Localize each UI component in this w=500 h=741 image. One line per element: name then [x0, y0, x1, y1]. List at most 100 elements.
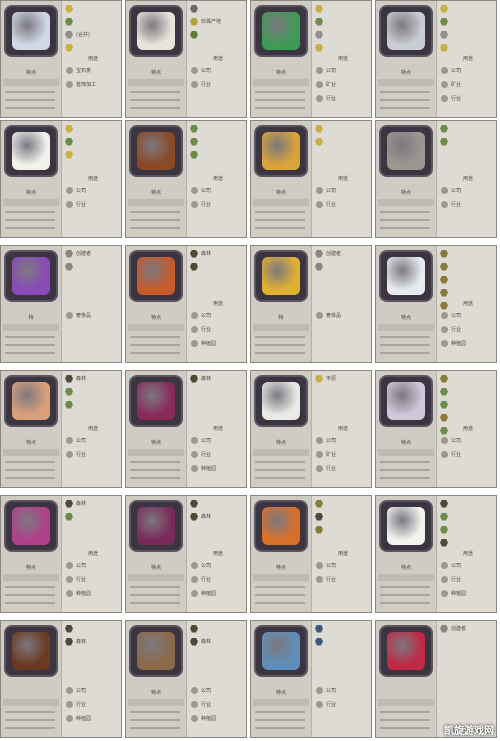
resource-card-perfume[interactable]: 特 创建者 奢侈品 [0, 245, 122, 363]
usage-item: 公司 [441, 437, 461, 444]
usage-item: 公司 [66, 562, 86, 569]
resource-card-meat[interactable]: 特点 森林 用途 公司 行业 [0, 370, 122, 488]
building-icon [66, 187, 73, 194]
resource-card-sugar[interactable]: 特点 用途 公司 行业 种植园 [375, 245, 497, 363]
text-line [255, 719, 305, 721]
usage-item: 矿业 [316, 451, 336, 458]
usage-label: 行业 [76, 702, 87, 708]
terrain-row [440, 274, 496, 285]
terrain-row [65, 16, 121, 27]
usage-label: 行业 [201, 702, 212, 708]
resource-sidebar: 创建者 奢侈品 [311, 246, 371, 362]
usage-label: 种植园 [451, 591, 467, 597]
terrain-label: 森林 [76, 639, 87, 645]
text-line [130, 469, 180, 471]
usage-item: 种植园 [441, 340, 466, 347]
terrain-row [65, 261, 121, 272]
terrain-row [440, 412, 496, 423]
terrain-row [440, 511, 496, 522]
terrain-hex-icon [440, 512, 448, 521]
spices-icon [129, 250, 183, 302]
resource-card-dyes[interactable]: 特点 森林 用途 公司 行业 种植园 [0, 495, 122, 613]
terrain-hex-icon [65, 400, 73, 409]
resource-sidebar: 珍珠产地 用途 公司 行业 [186, 1, 246, 117]
terrain-hex-icon [65, 17, 73, 26]
text-line [380, 211, 430, 213]
text-line [5, 107, 55, 109]
usage-header: 用途 [337, 176, 348, 182]
terrain-hex-icon [315, 137, 323, 146]
wine-icon [129, 500, 183, 552]
resource-card-jade-dragon[interactable]: 特点 用途 公司 矿业 行业 [250, 0, 372, 118]
terrain-row [190, 261, 246, 272]
usage-item: 公司 [191, 187, 211, 194]
resource-card-silver-pitcher[interactable]: 特点 用途 公司 矿业 行业 [375, 0, 497, 118]
text-line [130, 719, 180, 721]
terrain-row [440, 16, 496, 27]
text-line [380, 711, 430, 713]
text-line [380, 107, 430, 109]
usage-item: 种植园 [191, 340, 216, 347]
terrain-hex-icon [315, 43, 323, 52]
resource-card-pipe[interactable]: 特点 用途 公司 行业 [125, 120, 247, 238]
usage-label: 种植园 [201, 341, 217, 347]
resource-card-whale[interactable]: 特点 公司 行业 [250, 620, 372, 738]
usage-label: 行业 [76, 577, 87, 583]
terrain-hex-icon [440, 275, 448, 284]
terrain-hex-icon [190, 512, 198, 521]
building-icon [316, 201, 323, 208]
terrain-hex-icon [65, 150, 73, 159]
resource-card-cotton[interactable]: 特点 用途 公司 行业 种植园 [375, 495, 497, 613]
section-label: 特点 [275, 565, 286, 571]
usage-item: 种植园 [191, 590, 216, 597]
terrain-hex-icon [315, 374, 323, 383]
resource-card-wine[interactable]: 特点 森林 用途 公司 行业 种植园 [125, 495, 247, 613]
divider-bar [378, 449, 434, 456]
resource-card-salt[interactable]: 特点 用途 公司 行业 [0, 120, 122, 238]
section-label: 特点 [25, 190, 36, 196]
section-label: 特点 [400, 565, 411, 571]
terrain-hex-icon [65, 512, 73, 521]
building-icon [191, 326, 198, 333]
section-label: 特点 [275, 70, 286, 76]
building-icon [191, 81, 198, 88]
text-line [255, 352, 305, 354]
usage-header: 用途 [87, 176, 98, 182]
resource-card-diamond[interactable]: 特点 (合并) 用途 宝石类 首饰加工 [0, 0, 122, 118]
text-line [380, 227, 430, 229]
usage-label: 奢侈品 [326, 313, 342, 319]
resource-card-incense[interactable]: 特点 用途 公司 行业 [250, 120, 372, 238]
usage-label: 行业 [451, 577, 462, 583]
resource-card-porcelain[interactable]: 特点 平原 用途 公司 矿业 行业 [250, 370, 372, 488]
terrain-row [315, 524, 371, 535]
resource-sidebar: 用途 公司 矿业 行业 [436, 1, 496, 117]
resource-card-spices[interactable]: 特点 森林 用途 公司 行业 种植园 [125, 245, 247, 363]
divider-bar [3, 79, 59, 86]
terrain-hex-icon [440, 137, 448, 146]
text-line [380, 586, 430, 588]
terrain-row [190, 498, 246, 509]
building-icon [316, 187, 323, 194]
terrain-row: 创建者 [440, 623, 496, 634]
resource-card-cosmetics[interactable]: 创建者 [375, 620, 497, 738]
usage-label: 行业 [451, 96, 462, 102]
terrain-row [440, 123, 496, 134]
resource-card-chocolate[interactable]: 森林 公司 行业 种植园 [0, 620, 122, 738]
resource-card-pearl[interactable]: 特点 珍珠产地 用途 公司 行业 [125, 0, 247, 118]
resource-sidebar: 创建者 奢侈品 [61, 246, 121, 362]
building-icon [66, 562, 73, 569]
resource-card-coffee[interactable]: 特点 森林 公司 行业 种植园 [125, 620, 247, 738]
resource-card-silk[interactable]: 特点 森林 用途 公司 行业 种植园 [125, 370, 247, 488]
terrain-hex-icon [190, 150, 198, 159]
divider-bar [378, 699, 434, 706]
pipe-icon [129, 125, 183, 177]
usage-item: 行业 [316, 576, 336, 583]
resource-card-ivory[interactable]: 特点 用途 公司 行业 [375, 120, 497, 238]
resource-card-fur[interactable]: 特点 用途 公司 行业 [250, 495, 372, 613]
terrain-hex-icon [440, 43, 448, 52]
usage-label: 矿业 [326, 452, 337, 458]
terrain-label: 创建者 [326, 251, 342, 257]
resource-card-toy-rings[interactable]: 特 创建者 奢侈品 [250, 245, 372, 363]
usage-item: 种植园 [66, 715, 91, 722]
resource-card-crystal[interactable]: 特点 用途 公司 行业 [375, 370, 497, 488]
